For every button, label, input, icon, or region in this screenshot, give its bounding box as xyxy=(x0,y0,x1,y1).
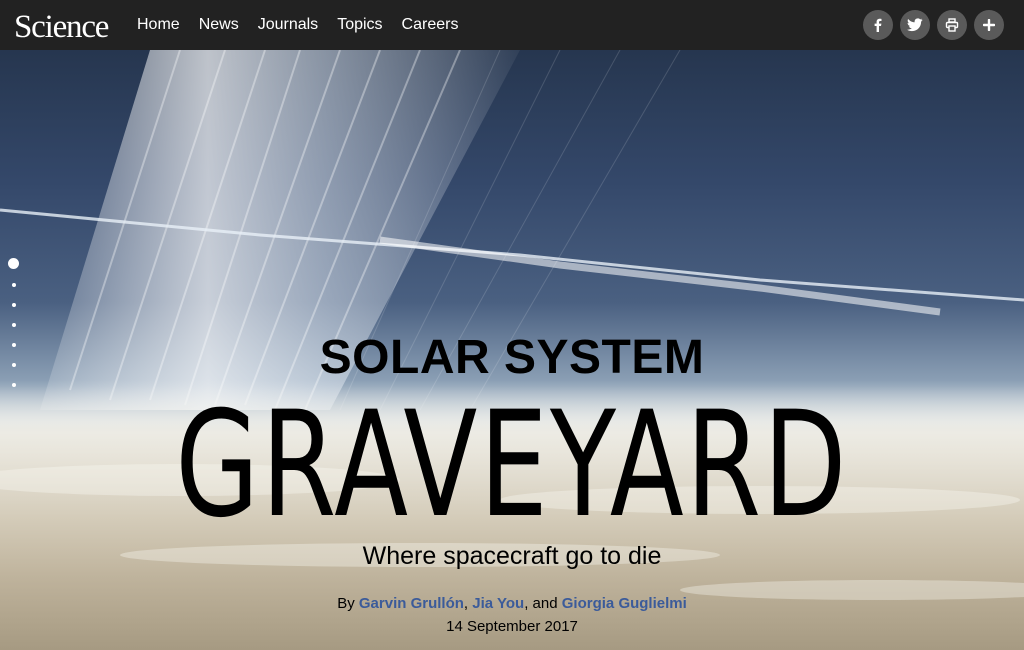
byline-prefix: By xyxy=(337,595,355,612)
progress-dot[interactable] xyxy=(12,323,16,327)
progress-dot[interactable] xyxy=(12,303,16,307)
article-kicker: SOLAR SYSTEM xyxy=(319,331,705,384)
nav-home-link[interactable]: Home xyxy=(137,16,180,34)
top-navigation-bar: Science Home News Journals Topics Career… xyxy=(0,0,1024,50)
facebook-share-button[interactable] xyxy=(863,10,893,40)
article-subtitle: Where spacecraft go to die xyxy=(362,542,662,570)
article-byline: By Garvin Grullón, Jia You, and Giorgia … xyxy=(0,595,1024,612)
author-link[interactable]: Garvin Grullón xyxy=(359,595,464,612)
article-title: GRAVEYARD xyxy=(175,380,849,550)
author-separator: , xyxy=(463,595,469,612)
nav-careers-link[interactable]: Careers xyxy=(402,16,459,34)
twitter-icon xyxy=(907,18,923,32)
facebook-icon xyxy=(874,18,882,32)
publish-date: 14 September 2017 xyxy=(446,618,578,635)
progress-dot[interactable] xyxy=(12,283,16,287)
print-icon xyxy=(945,18,959,32)
author-separator: , and xyxy=(524,595,558,612)
social-share-buttons xyxy=(856,10,1004,40)
twitter-share-button[interactable] xyxy=(900,10,930,40)
plus-icon xyxy=(983,19,995,31)
progress-dot-active[interactable] xyxy=(8,258,19,269)
author-link[interactable]: Jia You xyxy=(472,595,524,612)
author-link[interactable]: Giorgia Guglielmi xyxy=(562,595,687,612)
main-nav: Home News Journals Topics Careers xyxy=(137,0,477,50)
nav-journals-link[interactable]: Journals xyxy=(258,16,318,34)
more-share-button[interactable] xyxy=(974,10,1004,40)
nav-topics-link[interactable]: Topics xyxy=(337,16,382,34)
nav-news-link[interactable]: News xyxy=(199,16,239,34)
print-button[interactable] xyxy=(937,10,967,40)
science-logo[interactable]: Science xyxy=(14,7,109,47)
